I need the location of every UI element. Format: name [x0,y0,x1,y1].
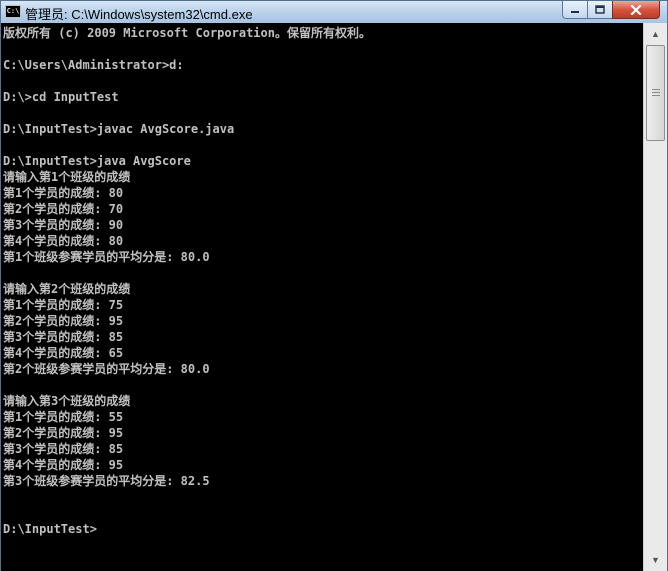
cmd-icon[interactable]: C:\ [5,5,21,18]
console-line: 第2个学员的成绩: 70 [3,202,124,216]
title-bar[interactable]: C:\ 管理员: C:\Windows\system32\cmd.exe [1,1,667,23]
console-line: 第3个学员的成绩: 90 [3,218,124,232]
console-line: 第3个学员的成绩: 85 [3,442,124,456]
console-line: 第3个学员的成绩: 85 [3,330,124,344]
console-output[interactable]: 版权所有 (c) 2009 Microsoft Corporation。保留所有… [1,23,643,571]
vertical-scrollbar[interactable]: ▲ ▼ [643,23,667,571]
minimize-button[interactable] [562,1,588,19]
close-icon [630,4,642,15]
console-line: 请输入第2个班级的成绩 [3,282,131,296]
console-line: D:\InputTest>java AvgScore [3,154,191,168]
console-line: 第4个学员的成绩: 65 [3,346,124,360]
console-line: 第2个学员的成绩: 95 [3,426,124,440]
console-line: 第2个学员的成绩: 95 [3,314,124,328]
maximize-button[interactable] [587,1,613,19]
console-line: 第1个学员的成绩: 55 [3,410,124,424]
console-line: 第2个班级参赛学员的平均分是: 80.0 [3,362,210,376]
console-line: 第1个班级参赛学员的平均分是: 80.0 [3,250,210,264]
console-line: 第4个学员的成绩: 95 [3,458,124,472]
close-button[interactable] [612,1,660,19]
scroll-up-arrow-icon[interactable]: ▲ [646,25,665,42]
scroll-down-arrow-icon[interactable]: ▼ [646,551,665,568]
console-line: 第1个学员的成绩: 80 [3,186,124,200]
console-line: 请输入第1个班级的成绩 [3,170,131,184]
cmd-window: C:\ 管理员: C:\Windows\system32\cmd.exe 版权所… [0,0,668,571]
console-line: C:\Users\Administrator>d: [3,58,184,72]
console-line: D:\InputTest>javac AvgScore.java [3,122,235,136]
window-title: 管理员: C:\Windows\system32\cmd.exe [25,7,253,22]
console-line: 请输入第3个班级的成绩 [3,394,131,408]
console-line: 第3个班级参赛学员的平均分是: 82.5 [3,474,210,488]
console-line: D:\>cd InputTest [3,90,119,104]
maximize-icon [595,5,605,14]
console-line: 第4个学员的成绩: 80 [3,234,124,248]
console-line: 版权所有 (c) 2009 Microsoft Corporation。保留所有… [3,26,371,40]
minimize-icon [571,10,579,13]
console-line: D:\InputTest> [3,522,97,536]
console-line: 第1个学员的成绩: 75 [3,298,124,312]
scrollbar-thumb[interactable] [646,45,665,141]
